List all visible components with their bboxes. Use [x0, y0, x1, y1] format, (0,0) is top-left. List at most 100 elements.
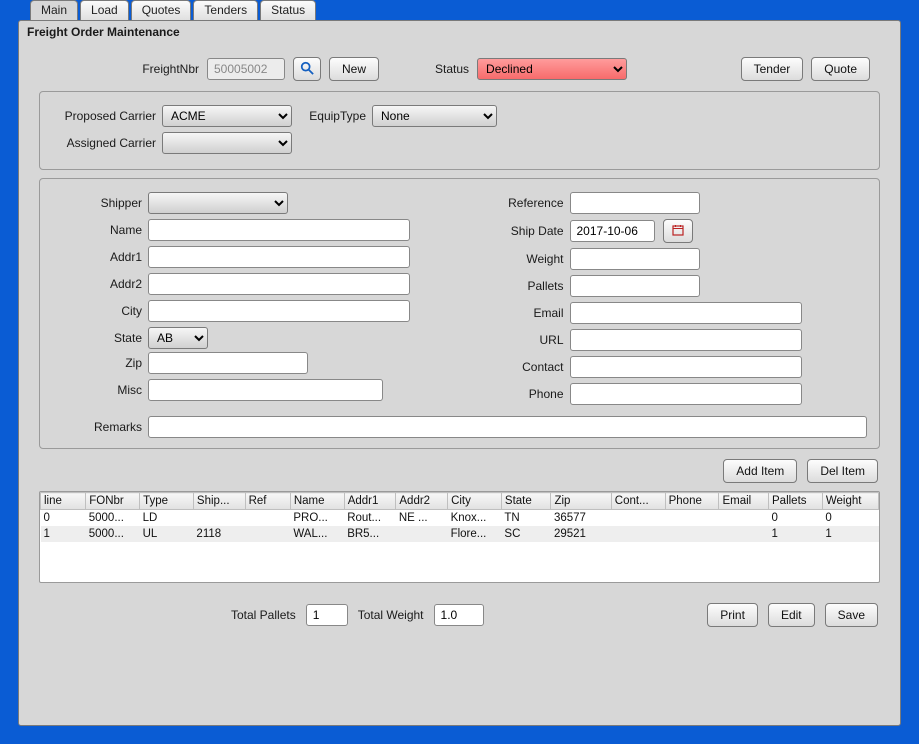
- cell-pallets[interactable]: 0: [769, 510, 823, 527]
- cell-email[interactable]: [719, 526, 769, 542]
- proposed-carrier-select[interactable]: ACME: [162, 105, 292, 127]
- quote-button[interactable]: Quote: [811, 57, 870, 81]
- cell-line[interactable]: 0: [41, 510, 86, 527]
- del-item-button[interactable]: Del Item: [807, 459, 878, 483]
- cell-addr2[interactable]: NE ...: [396, 510, 448, 527]
- tab-quotes[interactable]: Quotes: [131, 0, 192, 20]
- shipdate-label: Ship Date: [460, 224, 570, 238]
- equiptype-label: EquipType: [292, 109, 372, 123]
- cell-city[interactable]: Flore...: [448, 526, 502, 542]
- cell-phone[interactable]: [665, 510, 719, 527]
- tab-bar: Main Load Quotes Tenders Status: [30, 0, 901, 20]
- th-ship[interactable]: Ship...: [193, 493, 245, 510]
- page-title: Freight Order Maintenance: [19, 21, 900, 43]
- th-state[interactable]: State: [501, 493, 551, 510]
- city-input[interactable]: [148, 300, 410, 322]
- cell-addr1[interactable]: BR5...: [344, 526, 396, 542]
- name-label: Name: [40, 223, 148, 237]
- cell-name[interactable]: PRO...: [290, 510, 344, 527]
- reference-input[interactable]: [570, 192, 700, 214]
- th-phone[interactable]: Phone: [665, 493, 719, 510]
- lookup-button[interactable]: [293, 57, 321, 81]
- status-select[interactable]: Declined: [477, 58, 627, 80]
- th-line[interactable]: line: [41, 493, 86, 510]
- freight-nbr-input: [207, 58, 285, 80]
- th-addr1[interactable]: Addr1: [344, 493, 396, 510]
- cell-ref[interactable]: [245, 526, 290, 542]
- pallets-input[interactable]: [570, 275, 700, 297]
- cell-cont[interactable]: [611, 526, 665, 542]
- cell-line[interactable]: 1: [41, 526, 86, 542]
- cell-fonbr[interactable]: 5000...: [86, 510, 140, 527]
- tab-load[interactable]: Load: [80, 0, 129, 20]
- cell-city[interactable]: Knox...: [448, 510, 502, 527]
- misc-input[interactable]: [148, 379, 383, 401]
- th-weight[interactable]: Weight: [822, 493, 878, 510]
- th-city[interactable]: City: [448, 493, 502, 510]
- cell-type[interactable]: UL: [140, 526, 194, 542]
- th-addr2[interactable]: Addr2: [396, 493, 448, 510]
- date-picker-button[interactable]: [663, 219, 693, 243]
- cell-zip[interactable]: 36577: [551, 510, 611, 527]
- shipdate-input[interactable]: [570, 220, 655, 242]
- table-row[interactable]: 05000...LDPRO...Rout...NE ...Knox...TN36…: [41, 510, 879, 527]
- cell-ship[interactable]: 2118: [193, 526, 245, 542]
- tab-tenders[interactable]: Tenders: [193, 0, 258, 20]
- edit-button[interactable]: Edit: [768, 603, 815, 627]
- weight-input[interactable]: [570, 248, 700, 270]
- cell-email[interactable]: [719, 510, 769, 527]
- email-input[interactable]: [570, 302, 802, 324]
- cell-pallets[interactable]: 1: [769, 526, 823, 542]
- phone-input[interactable]: [570, 383, 802, 405]
- th-name[interactable]: Name: [290, 493, 344, 510]
- cell-state[interactable]: SC: [501, 526, 551, 542]
- cell-state[interactable]: TN: [501, 510, 551, 527]
- state-select[interactable]: AB: [148, 327, 208, 349]
- tab-status[interactable]: Status: [260, 0, 316, 20]
- zip-input[interactable]: [148, 352, 308, 374]
- name-input[interactable]: [148, 219, 410, 241]
- addr1-input[interactable]: [148, 246, 410, 268]
- cell-addr1[interactable]: Rout...: [344, 510, 396, 527]
- cell-addr2[interactable]: [396, 526, 448, 542]
- remarks-label: Remarks: [40, 420, 148, 434]
- th-type[interactable]: Type: [140, 493, 194, 510]
- cell-phone[interactable]: [665, 526, 719, 542]
- add-item-button[interactable]: Add Item: [723, 459, 797, 483]
- misc-label: Misc: [40, 383, 148, 397]
- print-button[interactable]: Print: [707, 603, 758, 627]
- th-email[interactable]: Email: [719, 493, 769, 510]
- cell-ref[interactable]: [245, 510, 290, 527]
- assigned-carrier-select[interactable]: [162, 132, 292, 154]
- tab-main[interactable]: Main: [30, 0, 78, 20]
- cell-type[interactable]: LD: [140, 510, 194, 527]
- addr2-input[interactable]: [148, 273, 410, 295]
- tender-button[interactable]: Tender: [741, 57, 804, 81]
- contact-input[interactable]: [570, 356, 802, 378]
- save-button[interactable]: Save: [825, 603, 878, 627]
- th-pallets[interactable]: Pallets: [769, 493, 823, 510]
- total-pallets-input[interactable]: [306, 604, 348, 626]
- cell-cont[interactable]: [611, 510, 665, 527]
- table-row[interactable]: 15000...UL2118WAL...BR5...Flore...SC2952…: [41, 526, 879, 542]
- contact-label: Contact: [460, 360, 570, 374]
- total-weight-input[interactable]: [434, 604, 484, 626]
- cell-fonbr[interactable]: 5000...: [86, 526, 140, 542]
- th-cont[interactable]: Cont...: [611, 493, 665, 510]
- th-fonbr[interactable]: FONbr: [86, 493, 140, 510]
- equiptype-select[interactable]: None: [372, 105, 497, 127]
- th-ref[interactable]: Ref: [245, 493, 290, 510]
- new-button[interactable]: New: [329, 57, 379, 81]
- cell-ship[interactable]: [193, 510, 245, 527]
- cell-weight[interactable]: 0: [822, 510, 878, 527]
- shipper-select[interactable]: [148, 192, 288, 214]
- cell-weight[interactable]: 1: [822, 526, 878, 542]
- remarks-input[interactable]: [148, 416, 867, 438]
- cell-zip[interactable]: 29521: [551, 526, 611, 542]
- cell-name[interactable]: WAL...: [290, 526, 344, 542]
- url-input[interactable]: [570, 329, 802, 351]
- pallets-label: Pallets: [460, 279, 570, 293]
- total-pallets-label: Total Pallets: [231, 608, 296, 622]
- th-zip[interactable]: Zip: [551, 493, 611, 510]
- items-table[interactable]: line FONbr Type Ship... Ref Name Addr1 A…: [40, 492, 879, 542]
